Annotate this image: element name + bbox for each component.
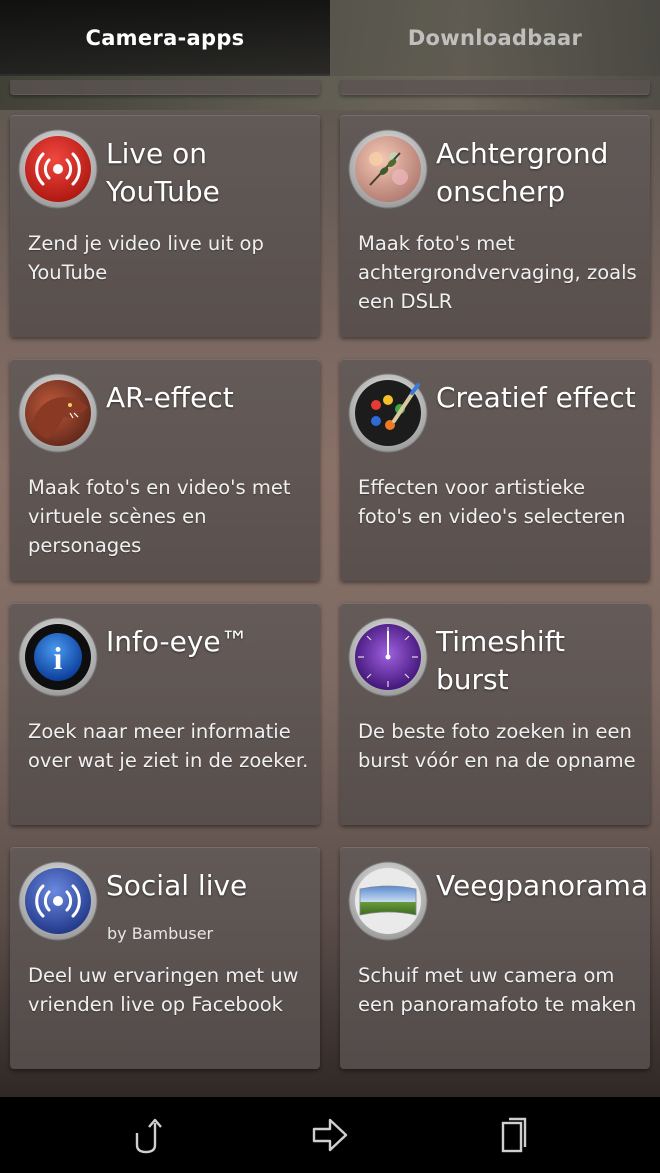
palette-icon: [348, 373, 428, 453]
app-description: Maak foto's en video's met virtuele scèn…: [28, 476, 291, 557]
back-button[interactable]: [116, 1111, 176, 1159]
app-description: Effecten voor artistieke foto's en video…: [358, 476, 626, 528]
clock-burst-icon: [348, 617, 428, 697]
app-title: Live on YouTube: [106, 137, 220, 208]
panorama-icon: [348, 861, 428, 941]
app-title: Creatief effect: [436, 381, 636, 414]
social-broadcast-icon: [18, 861, 98, 941]
app-title: AR-effect: [106, 381, 234, 414]
recent-apps-button[interactable]: [484, 1111, 544, 1159]
tab-camera-apps[interactable]: Camera-apps: [0, 0, 330, 76]
app-description: De beste foto zoeken in een burst vóór e…: [358, 720, 636, 772]
app-title: Social live: [106, 869, 248, 902]
app-title: Info-eye™: [106, 625, 249, 658]
app-card-live-on-youtube[interactable]: Live on YouTube Zend je video live uit o…: [10, 115, 320, 337]
app-title: Veegpanorama: [436, 869, 649, 902]
back-icon: [135, 1118, 162, 1154]
app-description: Zend je video live uit op YouTube: [28, 232, 264, 284]
svg-text:i: i: [54, 640, 63, 676]
info-icon: i: [18, 617, 98, 697]
app-card-creatief-effect[interactable]: Creatief effect Effecten voor artistieke…: [340, 359, 650, 581]
home-button[interactable]: [300, 1111, 360, 1159]
app-card-social-live[interactable]: Social live by Bambuser Deel uw ervaring…: [10, 847, 320, 1069]
tab-downloadbaar[interactable]: Downloadbaar: [330, 0, 660, 76]
navigation-bar: [0, 1097, 660, 1173]
live-broadcast-icon: [18, 129, 98, 209]
app-card-ar-effect[interactable]: AR-effect Maak foto's en video's met vir…: [10, 359, 320, 581]
app-title: Achtergrond onscherp: [436, 137, 609, 208]
app-card-timeshift-burst[interactable]: Timeshift burst De beste foto zoeken in …: [340, 603, 650, 825]
app-card-achtergrond-onscherp[interactable]: Achtergrond onscherp Maak foto's met ach…: [340, 115, 650, 337]
app-description: Schuif met uw camera om een panoramafoto…: [358, 964, 637, 1016]
app-card-veegpanorama[interactable]: Veegpanorama Schuif met uw camera om een…: [340, 847, 650, 1069]
app-description: Zoek naar meer informatie over wat je zi…: [28, 720, 309, 772]
dinosaur-icon: [18, 373, 98, 453]
app-description: Maak foto's met achtergrondvervaging, zo…: [358, 232, 637, 313]
home-icon: [312, 1118, 348, 1152]
app-title: Timeshift burst: [436, 625, 565, 696]
partial-card: [10, 80, 320, 95]
app-subtitle: by Bambuser: [107, 924, 214, 943]
app-description: Deel uw ervaringen met uw vrienden live …: [28, 964, 299, 1016]
app-card-info-eye[interactable]: i Info-eye™ Zoek naar meer informatie ov…: [10, 603, 320, 825]
bokeh-icon: [348, 129, 428, 209]
tab-bar: Camera-apps Downloadbaar: [0, 0, 660, 76]
partial-card: [340, 80, 650, 95]
recent-apps-icon: [501, 1117, 527, 1153]
